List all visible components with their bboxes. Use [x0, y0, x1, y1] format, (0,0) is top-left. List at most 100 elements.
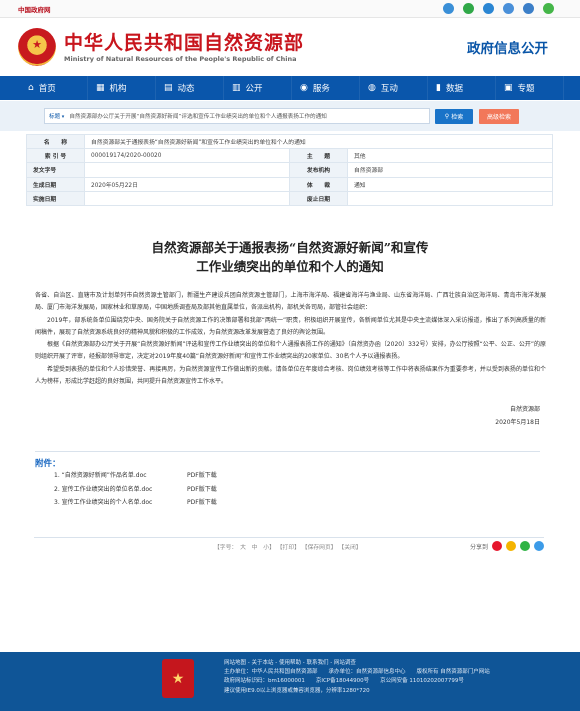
attachment-pdf-link[interactable]: PDF版下载 — [187, 496, 217, 509]
attachments: 附件： 1. “自然资源好新闻”作品名单.doc PDF版下载 2. 宣传工作业… — [35, 451, 540, 509]
message-icon[interactable] — [543, 3, 554, 14]
nav-item-disclosure[interactable]: ▥ 公开 — [224, 76, 292, 100]
info-value: 其他 — [347, 148, 553, 164]
mail-icon[interactable] — [503, 3, 514, 14]
nav-label: 公开 — [245, 84, 263, 94]
info-value — [84, 162, 290, 178]
nav-label: 互动 — [380, 84, 398, 94]
home-icon: ⌂ — [28, 83, 34, 93]
attachments-heading: 附件： — [35, 459, 61, 470]
nav-label: 首页 — [38, 84, 56, 94]
gov-portal-link[interactable]: 中国政府网 — [18, 4, 51, 14]
footer-links[interactable]: 网站地图 - 关于本站 - 使用帮助 - 联系我们 - 网站调查 — [224, 659, 490, 668]
footer-host: 主办单位：中华人民共和国自然资源部 承办单位：自然资源部信息中心 版权所有 自然… — [224, 669, 490, 676]
qq-share-icon[interactable] — [534, 541, 544, 552]
site-footer: ★ 网站地图 - 关于本站 - 使用帮助 - 联系我们 - 网站调查 主办单位：… — [0, 652, 580, 711]
article-tools: 【字号： 大 中 小】 【打印】 【保存网页】 【关闭】 分享到 — [34, 537, 544, 552]
national-emblem-icon — [18, 28, 56, 66]
article-paragraph: 根据《自然资源部办公厅关于开展“自然资源好新闻”评选和宣传工作业绩突出的单位和个… — [35, 341, 546, 361]
info-label: 体 裁 — [289, 176, 348, 192]
attachment-doc-link[interactable]: 3. 宣传工作业绩突出的个人名单.doc — [54, 496, 187, 509]
info-value — [84, 190, 290, 206]
search-icon[interactable] — [523, 3, 534, 14]
info-label: 生成日期 — [26, 176, 85, 192]
info-label: 废止日期 — [289, 190, 348, 206]
info-label: 索 引 号 — [26, 148, 85, 164]
info-value: 2020年05月22日 — [84, 176, 290, 192]
nav-item-institutions[interactable]: ▦ 机构 — [88, 76, 156, 100]
info-value — [347, 190, 553, 206]
nav-item-service[interactable]: ◉ 服务 — [292, 76, 360, 100]
attachment-pdf-link[interactable]: PDF版下载 — [187, 483, 217, 496]
site-brand[interactable]: 中华人民共和国自然资源部 Ministry of Natural Resourc… — [18, 28, 304, 66]
service-icon: ◉ — [300, 83, 308, 93]
document-info-table: 名 称 自然资源部关于通报表扬“自然资源好新闻”和宣传工作业绩突出的单位和个人的… — [26, 133, 553, 206]
info-label: 实施日期 — [26, 190, 85, 206]
footer-ids: 政府网站标识码：bm16000001 京ICP备18044900号 京公网安备 … — [224, 678, 464, 685]
interact-icon: ◍ — [368, 83, 376, 93]
article-title: 自然资源部关于通报表扬“自然资源好新闻”和宣传 工作业绩突出的单位和个人的通知 — [0, 238, 580, 276]
search-scope-select[interactable]: 标题 — [49, 112, 64, 120]
footer-browser: 建议使用IE9.0以上浏览器或兼容浏览器，分辨率1280*720 — [224, 687, 370, 694]
info-value: 自然资源部 — [347, 162, 553, 178]
info-value: 000019174/2020-00020 — [84, 148, 290, 164]
top-bar: 中国政府网 — [0, 0, 580, 18]
topic-icon: ▣ — [504, 83, 513, 93]
document-icon: ▥ — [232, 83, 241, 93]
search-query[interactable]: 自然资源部办公厅关于开展“自然资源好新闻”评选和宣传工作业绩突出的单位和个人通报… — [69, 112, 327, 120]
site-header: 中华人民共和国自然资源部 Ministry of Natural Resourc… — [0, 18, 580, 76]
info-label: 发布机构 — [289, 162, 348, 178]
signer: 自然资源部 — [509, 406, 540, 414]
article-paragraph: 2019年，部系统各单位围绕党中央、国务院关于自然资源工作的决策部署和我部“两统… — [35, 316, 546, 336]
article-title-line: 工作业绩突出的单位和个人的通知 — [196, 258, 384, 274]
advanced-search-button[interactable]: 高级检索 — [479, 108, 519, 124]
footer-text: 网站地图 - 关于本站 - 使用帮助 - 联系我们 - 网站调查 主办单位：中华… — [224, 659, 490, 696]
nav-item-interaction[interactable]: ◍ 互动 — [360, 76, 428, 100]
wechat-share-icon[interactable] — [520, 541, 530, 552]
article-body: 各省、自治区、直辖市及计划单列市自然资源主管部门，新疆生产建设兵团自然资源主管部… — [35, 290, 546, 388]
attachment-doc-link[interactable]: 1. “自然资源好新闻”作品名单.doc — [54, 469, 187, 482]
qzone-share-icon[interactable] — [506, 541, 516, 552]
attachment-doc-link[interactable]: 2. 宣传工作业绩突出的单位名单.doc — [54, 483, 187, 496]
print-link[interactable]: 【打印】 — [277, 545, 300, 551]
weibo-share-icon[interactable] — [492, 541, 502, 552]
info-value: 自然资源部关于通报表扬“自然资源好新闻”和宣传工作业绩突出的单位和个人的通知 — [84, 133, 553, 150]
article-paragraph: 希望受到表扬的单位和个人珍惜荣誉、再接再厉，为自然资源宣传工作做出新的贡献。请各… — [35, 365, 546, 386]
wechat-icon[interactable] — [463, 3, 474, 14]
sign-date: 2020年5月18日 — [495, 419, 540, 427]
close-link[interactable]: 【关闭】 — [338, 545, 361, 551]
nav-item-topics[interactable]: ▣ 专题 — [496, 76, 564, 100]
nav-item-news[interactable]: ▤ 动态 — [156, 76, 224, 100]
app-icon[interactable] — [483, 3, 494, 14]
share-label: 分享到 — [469, 543, 488, 551]
nav-item-data[interactable]: ▮ 数据 — [428, 76, 496, 100]
top-icons — [443, 3, 554, 14]
nav-item-home[interactable]: ⌂ 首页 — [20, 76, 88, 100]
info-label: 发文字号 — [26, 162, 85, 178]
article-title-line: 自然资源部关于通报表扬“自然资源好新闻”和宣传 — [151, 239, 429, 255]
share-bar: 分享到 — [469, 541, 544, 552]
site-title: 中华人民共和国自然资源部 — [64, 31, 305, 54]
attachment-pdf-link[interactable]: PDF版下载 — [187, 469, 217, 482]
nav-label: 机构 — [109, 84, 127, 94]
search-button[interactable]: ⚲ 检索 — [435, 108, 473, 124]
section-title: 政府信息公开 — [467, 41, 548, 57]
news-icon: ▤ — [164, 83, 173, 93]
search-input[interactable]: 标题 自然资源部办公厅关于开展“自然资源好新闻”评选和宣传工作业绩突出的单位和个… — [44, 108, 430, 124]
info-label: 主 题 — [289, 148, 348, 164]
weibo-icon[interactable] — [443, 3, 454, 14]
nav-label: 服务 — [312, 84, 330, 94]
party-government-logo-icon[interactable]: ★ — [162, 659, 194, 698]
info-label: 名 称 — [26, 133, 85, 150]
save-page-link[interactable]: 【保存网页】 — [302, 545, 337, 551]
attachment-item: 1. “自然资源好新闻”作品名单.doc PDF版下载 — [35, 469, 540, 482]
font-size-control[interactable]: 【字号： 大 中 小】 — [214, 545, 275, 551]
article-salutation: 各省、自治区、直辖市及计划单列市自然资源主管部门，新疆生产建设兵团自然资源主管部… — [35, 291, 546, 312]
building-icon: ▦ — [96, 83, 105, 93]
search-icon: ⚲ — [444, 112, 450, 120]
search-button-label: 检索 — [451, 113, 464, 121]
nav-label: 动态 — [177, 84, 195, 94]
main-nav: ⌂ 首页 ▦ 机构 ▤ 动态 ▥ 公开 ◉ 服务 ◍ 互动 ▮ 数据 ▣ 专题 — [0, 76, 580, 100]
attachment-item: 3. 宣传工作业绩突出的个人名单.doc PDF版下载 — [35, 496, 540, 509]
search-bar: 标题 自然资源部办公厅关于开展“自然资源好新闻”评选和宣传工作业绩突出的单位和个… — [0, 101, 580, 131]
